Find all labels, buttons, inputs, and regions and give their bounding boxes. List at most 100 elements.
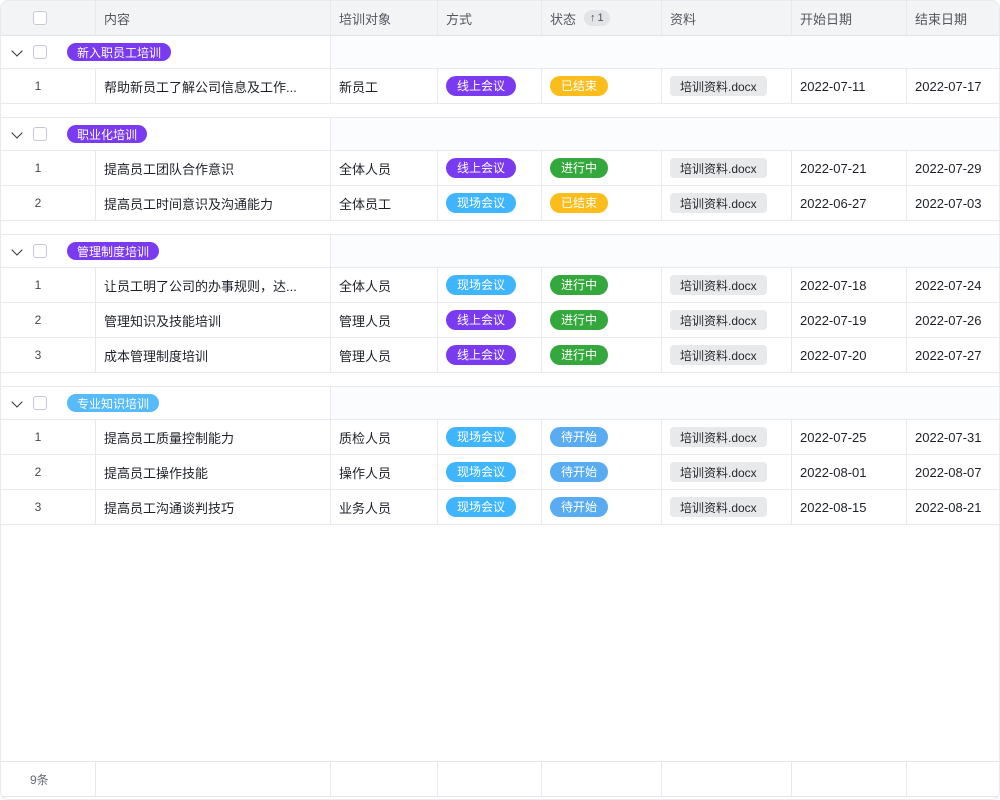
content-cell[interactable]: 提高员工团队合作意识 (96, 151, 331, 186)
attachment-chip[interactable]: 培训资料.docx (670, 310, 767, 330)
attachment-chip[interactable]: 培训资料.docx (670, 462, 767, 482)
column-header-method[interactable]: 方式 (438, 1, 542, 36)
status-cell[interactable]: 待开始 (542, 420, 662, 455)
start-date-cell[interactable]: 2022-07-11 (792, 69, 907, 104)
sort-badge[interactable]: ↑1 (584, 10, 610, 26)
row-head-cell[interactable]: 3 (1, 490, 96, 525)
end-date-cell[interactable]: 2022-07-27 (907, 338, 999, 373)
column-header-material[interactable]: 资料 (662, 1, 792, 36)
status-cell[interactable]: 进行中 (542, 268, 662, 303)
target-cell[interactable]: 管理人员 (331, 338, 438, 373)
method-cell[interactable]: 线上会议 (438, 303, 542, 338)
group-checkbox[interactable] (33, 45, 47, 59)
content-cell[interactable]: 提高员工质量控制能力 (96, 420, 331, 455)
end-date-cell[interactable]: 2022-07-29 (907, 151, 999, 186)
column-header-status[interactable]: 状态↑1 (542, 1, 662, 36)
start-date-cell[interactable]: 2022-06-27 (792, 186, 907, 221)
start-date-cell[interactable]: 2022-08-01 (792, 455, 907, 490)
content-text: 提高员工沟通谈判技巧 (104, 498, 234, 517)
content-cell[interactable]: 提高员工时间意识及沟通能力 (96, 186, 331, 221)
row-head-cell[interactable]: 1 (1, 69, 96, 104)
material-cell[interactable]: 培训资料.docx (662, 268, 792, 303)
column-header-end[interactable]: 结束日期 (907, 1, 999, 36)
material-cell[interactable]: 培训资料.docx (662, 338, 792, 373)
start-date-cell[interactable]: 2022-07-18 (792, 268, 907, 303)
method-cell[interactable]: 现场会议 (438, 455, 542, 490)
status-cell[interactable]: 待开始 (542, 490, 662, 525)
start-date-cell[interactable]: 2022-08-15 (792, 490, 907, 525)
content-cell[interactable]: 提高员工沟通谈判技巧 (96, 490, 331, 525)
select-all-checkbox[interactable] (33, 11, 47, 25)
material-cell[interactable]: 培训资料.docx (662, 490, 792, 525)
attachment-chip[interactable]: 培训资料.docx (670, 497, 767, 517)
group-checkbox[interactable] (33, 244, 47, 258)
method-cell[interactable]: 现场会议 (438, 268, 542, 303)
material-cell[interactable]: 培训资料.docx (662, 420, 792, 455)
end-date-cell[interactable]: 2022-08-21 (907, 490, 999, 525)
start-date-cell[interactable]: 2022-07-25 (792, 420, 907, 455)
attachment-chip[interactable]: 培训资料.docx (670, 275, 767, 295)
start-date-cell[interactable]: 2022-07-20 (792, 338, 907, 373)
column-header-start[interactable]: 开始日期 (792, 1, 907, 36)
column-header-content[interactable]: 内容 (96, 1, 331, 36)
end-date-cell[interactable]: 2022-07-24 (907, 268, 999, 303)
target-cell[interactable]: 全体人员 (331, 151, 438, 186)
start-date-cell[interactable]: 2022-07-19 (792, 303, 907, 338)
status-cell[interactable]: 已结束 (542, 69, 662, 104)
group-checkbox[interactable] (33, 127, 47, 141)
material-cell[interactable]: 培训资料.docx (662, 186, 792, 221)
target-cell[interactable]: 业务人员 (331, 490, 438, 525)
attachment-chip[interactable]: 培训资料.docx (670, 158, 767, 178)
attachment-chip[interactable]: 培训资料.docx (670, 345, 767, 365)
target-cell[interactable]: 新员工 (331, 69, 438, 104)
row-head-cell[interactable]: 2 (1, 186, 96, 221)
method-cell[interactable]: 线上会议 (438, 69, 542, 104)
attachment-chip[interactable]: 培训资料.docx (670, 193, 767, 213)
method-cell[interactable]: 线上会议 (438, 338, 542, 373)
status-cell[interactable]: 进行中 (542, 151, 662, 186)
content-cell[interactable]: 让员工明了公司的办事规则，达... (96, 268, 331, 303)
target-cell[interactable]: 管理人员 (331, 303, 438, 338)
end-date-cell[interactable]: 2022-08-07 (907, 455, 999, 490)
end-date-cell[interactable]: 2022-07-03 (907, 186, 999, 221)
chevron-down-icon[interactable] (9, 126, 25, 142)
end-date-cell[interactable]: 2022-07-31 (907, 420, 999, 455)
status-cell[interactable]: 进行中 (542, 303, 662, 338)
row-head-cell[interactable]: 2 (1, 455, 96, 490)
status-cell[interactable]: 待开始 (542, 455, 662, 490)
row-head-cell[interactable]: 1 (1, 420, 96, 455)
column-header-target[interactable]: 培训对象 (331, 1, 438, 36)
content-cell[interactable]: 提高员工操作技能 (96, 455, 331, 490)
method-cell[interactable]: 现场会议 (438, 420, 542, 455)
chevron-down-icon[interactable] (9, 44, 25, 60)
target-cell[interactable]: 质检人员 (331, 420, 438, 455)
chevron-down-icon[interactable] (9, 243, 25, 259)
material-cell[interactable]: 培训资料.docx (662, 303, 792, 338)
material-cell[interactable]: 培训资料.docx (662, 151, 792, 186)
chevron-down-icon[interactable] (9, 395, 25, 411)
row-head-cell[interactable]: 1 (1, 151, 96, 186)
method-cell[interactable]: 现场会议 (438, 490, 542, 525)
status-cell[interactable]: 已结束 (542, 186, 662, 221)
material-cell[interactable]: 培训资料.docx (662, 455, 792, 490)
method-cell[interactable]: 线上会议 (438, 151, 542, 186)
content-cell[interactable]: 成本管理制度培训 (96, 338, 331, 373)
material-cell[interactable]: 培训资料.docx (662, 69, 792, 104)
target-cell[interactable]: 全体人员 (331, 268, 438, 303)
end-date-cell[interactable]: 2022-07-26 (907, 303, 999, 338)
attachment-chip[interactable]: 培训资料.docx (670, 76, 767, 96)
end-date-cell[interactable]: 2022-07-17 (907, 69, 999, 104)
content-cell[interactable]: 管理知识及技能培训 (96, 303, 331, 338)
target-cell[interactable]: 全体员工 (331, 186, 438, 221)
row-head-cell[interactable]: 3 (1, 338, 96, 373)
target-cell[interactable]: 操作人员 (331, 455, 438, 490)
method-cell[interactable]: 现场会议 (438, 186, 542, 221)
status-cell[interactable]: 进行中 (542, 338, 662, 373)
target-text: 新员工 (339, 77, 378, 96)
row-head-cell[interactable]: 1 (1, 268, 96, 303)
row-head-cell[interactable]: 2 (1, 303, 96, 338)
attachment-chip[interactable]: 培训资料.docx (670, 427, 767, 447)
start-date-cell[interactable]: 2022-07-21 (792, 151, 907, 186)
content-cell[interactable]: 帮助新员工了解公司信息及工作... (96, 69, 331, 104)
group-checkbox[interactable] (33, 396, 47, 410)
